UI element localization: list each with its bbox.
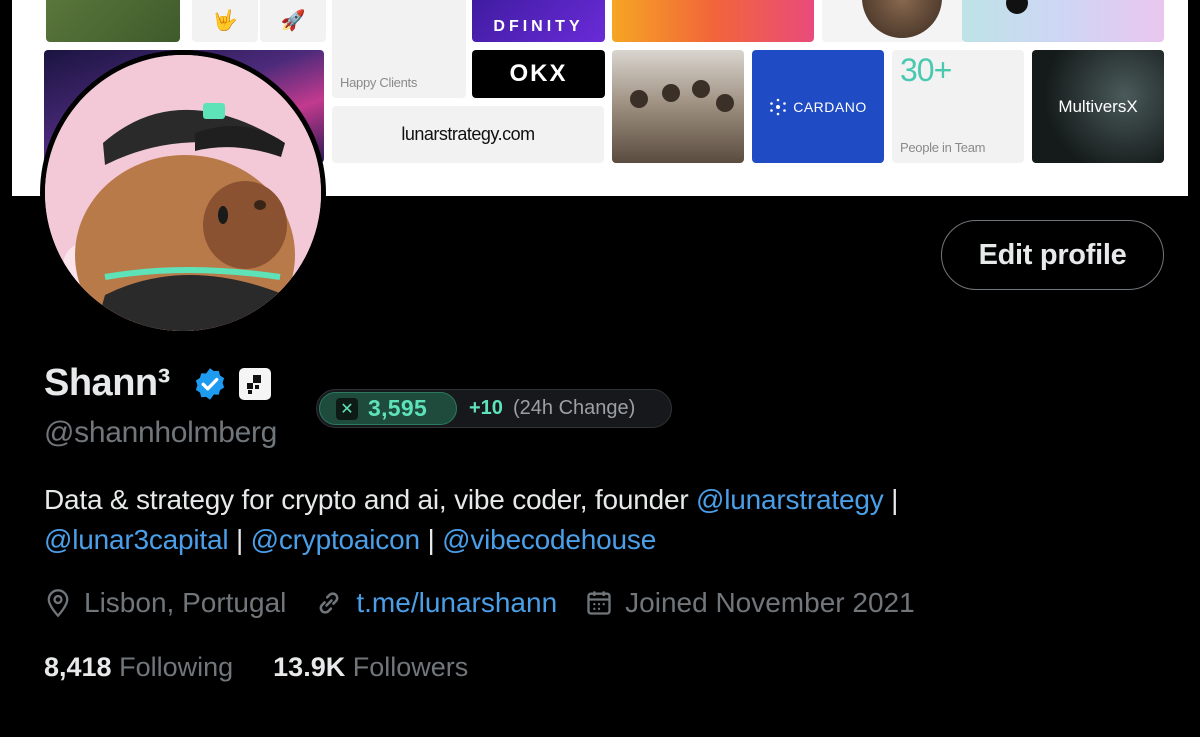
mention-vibecodehouse[interactable]: @vibecodehouse: [442, 524, 656, 555]
x-score-icon: ✕: [336, 397, 358, 420]
affiliate-badge-icon[interactable]: [239, 368, 271, 400]
team-count: 30+: [900, 52, 952, 88]
cardano-text: CARDANO: [793, 98, 867, 115]
score-change-note: (24h Change): [513, 397, 636, 419]
score-value: 3,595: [368, 395, 428, 421]
website-tile: lunarstrategy.com: [332, 106, 604, 163]
following-count: 8,418: [44, 652, 112, 682]
capybara-avatar-icon: [45, 55, 321, 331]
score-badge[interactable]: ✕ 3,595 +10 (24h Change): [316, 389, 672, 428]
following-link[interactable]: 8,418 Following: [44, 652, 233, 683]
banner-tile-happy-clients: Happy Clients: [332, 0, 466, 98]
hand-emoji-icon: 🤟: [192, 0, 258, 42]
joined-text: Joined November 2021: [625, 587, 915, 618]
multiversx-logo: MultiversX: [1032, 50, 1164, 163]
bio-separator: |: [883, 484, 899, 515]
display-name: Shann³: [44, 362, 170, 404]
calendar-icon: [587, 591, 611, 615]
profile-avatar[interactable]: [40, 50, 326, 336]
following-label: Following: [119, 652, 234, 682]
dfinity-text: DFINITY: [493, 18, 584, 35]
joined-item: Joined November 2021: [585, 587, 915, 619]
follow-counts: 8,418 Following 13.9K Followers: [44, 652, 508, 683]
banner-tile-pastel: [962, 0, 1164, 42]
banner-tile-team-photo: [612, 50, 744, 163]
username-handle: @shannholmberg: [44, 416, 278, 449]
banner-tile-statue: [822, 0, 964, 42]
dfinity-logo: DFINITY: [472, 0, 605, 42]
location-pin-icon: [47, 589, 69, 618]
followers-count: 13.9K: [273, 652, 346, 682]
bio-text: Data & strategy for crypto and ai, vibe …: [44, 484, 697, 515]
profile-meta: Lisbon, Portugal t.me/lunarshann Joined …: [44, 584, 943, 622]
avatar-image: [45, 55, 321, 331]
happy-clients-label: Happy Clients: [340, 75, 418, 90]
followers-label: Followers: [352, 652, 469, 682]
banner-tile-green: [46, 0, 180, 42]
verified-badge-icon[interactable]: [192, 366, 228, 402]
okx-logo: OKX: [472, 50, 605, 98]
score-pill: ✕ 3,595: [319, 392, 457, 425]
link-item[interactable]: t.me/lunarshann: [314, 587, 557, 619]
team-label: People in Team: [900, 140, 986, 155]
location-item: Lisbon, Portugal: [44, 587, 286, 619]
rocket-emoji-icon: 🚀: [260, 0, 326, 42]
team-count-tile: 30+ People in Team: [892, 50, 1024, 163]
mention-cryptoaicon[interactable]: @cryptoaicon: [251, 524, 420, 555]
cardano-icon: [770, 98, 787, 115]
link-icon: [319, 592, 339, 614]
bio-separator: |: [228, 524, 251, 555]
edit-profile-button[interactable]: Edit profile: [941, 220, 1164, 290]
profile-link[interactable]: t.me/lunarshann: [356, 587, 557, 619]
banner-tile-gradient-logo: [612, 0, 814, 42]
location-text: Lisbon, Portugal: [84, 587, 287, 618]
mention-lunar3capital[interactable]: @lunar3capital: [44, 524, 229, 555]
bio-separator: |: [419, 524, 443, 555]
profile-bio: Data & strategy for crypto and ai, vibe …: [44, 480, 1044, 560]
mention-lunarstrategy[interactable]: @lunarstrategy: [696, 484, 884, 515]
cardano-logo: CARDANO: [752, 50, 884, 163]
score-change: +10: [469, 397, 503, 419]
followers-link[interactable]: 13.9K Followers: [273, 652, 468, 683]
